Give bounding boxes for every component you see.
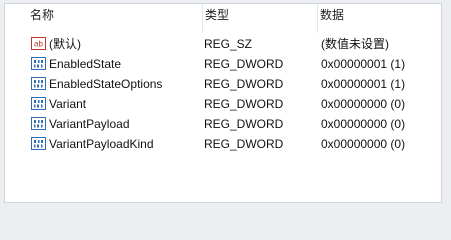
binary-value-icon xyxy=(31,57,46,70)
registry-values-list: 名称 类型 数据 ab (默认) REG_SZ (数值未设置) EnabledS… xyxy=(4,3,442,203)
value-type: REG_SZ xyxy=(204,37,253,51)
value-name: EnabledState xyxy=(49,57,122,71)
value-name: VariantPayload xyxy=(49,117,130,131)
value-row-variantpayload[interactable]: VariantPayload REG_DWORD 0x00000000 (0) xyxy=(5,114,441,134)
value-name: Variant xyxy=(49,97,87,111)
value-data: 0x00000001 (1) xyxy=(321,77,406,91)
column-header-data[interactable]: 数据 xyxy=(318,4,438,33)
string-icon-text: ab xyxy=(34,40,43,49)
value-data: 0x00000000 (0) xyxy=(321,137,406,151)
value-name: EnabledStateOptions xyxy=(49,77,163,91)
value-row-variantpayloadkind[interactable]: VariantPayloadKind REG_DWORD 0x00000000 … xyxy=(5,134,441,154)
column-header-name[interactable]: 名称 xyxy=(28,4,203,33)
binary-value-icon xyxy=(31,137,46,150)
values-rows: ab (默认) REG_SZ (数值未设置) EnabledState REG_… xyxy=(5,34,441,154)
binary-value-icon xyxy=(31,117,46,130)
binary-value-icon xyxy=(31,97,46,110)
value-data: 0x00000000 (0) xyxy=(321,117,406,131)
value-name: (默认) xyxy=(49,37,81,51)
value-data: 0x00000001 (1) xyxy=(321,57,406,71)
value-type: REG_DWORD xyxy=(204,97,284,111)
column-header-type[interactable]: 类型 xyxy=(203,4,318,33)
binary-value-icon xyxy=(31,77,46,90)
value-type: REG_DWORD xyxy=(204,137,284,151)
value-name: VariantPayloadKind xyxy=(49,137,154,151)
value-type: REG_DWORD xyxy=(204,117,284,131)
value-data: 0x00000000 (0) xyxy=(321,97,406,111)
value-row-enabledstate[interactable]: EnabledState REG_DWORD 0x00000001 (1) xyxy=(5,54,441,74)
value-row-enabledstateoptions[interactable]: EnabledStateOptions REG_DWORD 0x00000001… xyxy=(5,74,441,94)
string-value-icon: ab xyxy=(31,37,46,50)
value-row-default[interactable]: ab (默认) REG_SZ (数值未设置) xyxy=(5,34,441,54)
value-type: REG_DWORD xyxy=(204,77,284,91)
value-data: (数值未设置) xyxy=(321,37,389,51)
list-header: 名称 类型 数据 xyxy=(5,4,441,33)
value-row-variant[interactable]: Variant REG_DWORD 0x00000000 (0) xyxy=(5,94,441,114)
value-type: REG_DWORD xyxy=(204,57,284,71)
